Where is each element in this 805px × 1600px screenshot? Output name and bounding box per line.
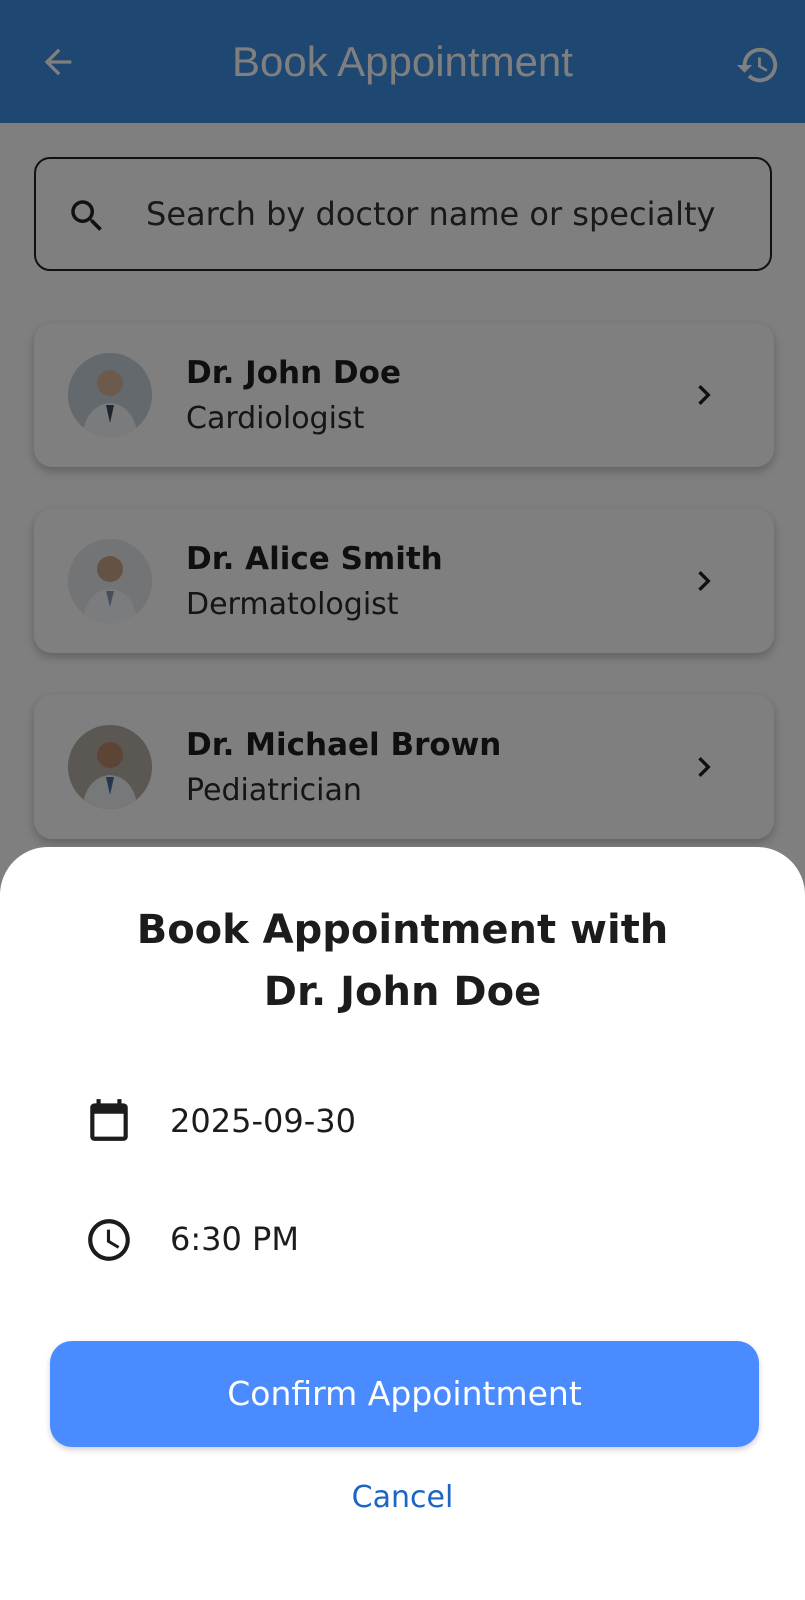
sheet-title-line2: Dr. John Doe <box>263 969 542 1015</box>
clock-icon[interactable] <box>84 1215 134 1265</box>
cancel-button[interactable]: Cancel <box>0 1480 805 1515</box>
booking-bottom-sheet: Book Appointment with Dr. John Doe 2025-… <box>0 847 805 1600</box>
sheet-title: Book Appointment with Dr. John Doe <box>60 899 745 1023</box>
appointment-date[interactable]: 2025-09-30 <box>170 1102 356 1140</box>
sheet-title-line1: Book Appointment with <box>136 907 669 953</box>
confirm-appointment-button[interactable]: Confirm Appointment <box>50 1341 759 1447</box>
appointment-time[interactable]: 6:30 PM <box>170 1220 299 1258</box>
calendar-icon[interactable] <box>84 1095 134 1145</box>
